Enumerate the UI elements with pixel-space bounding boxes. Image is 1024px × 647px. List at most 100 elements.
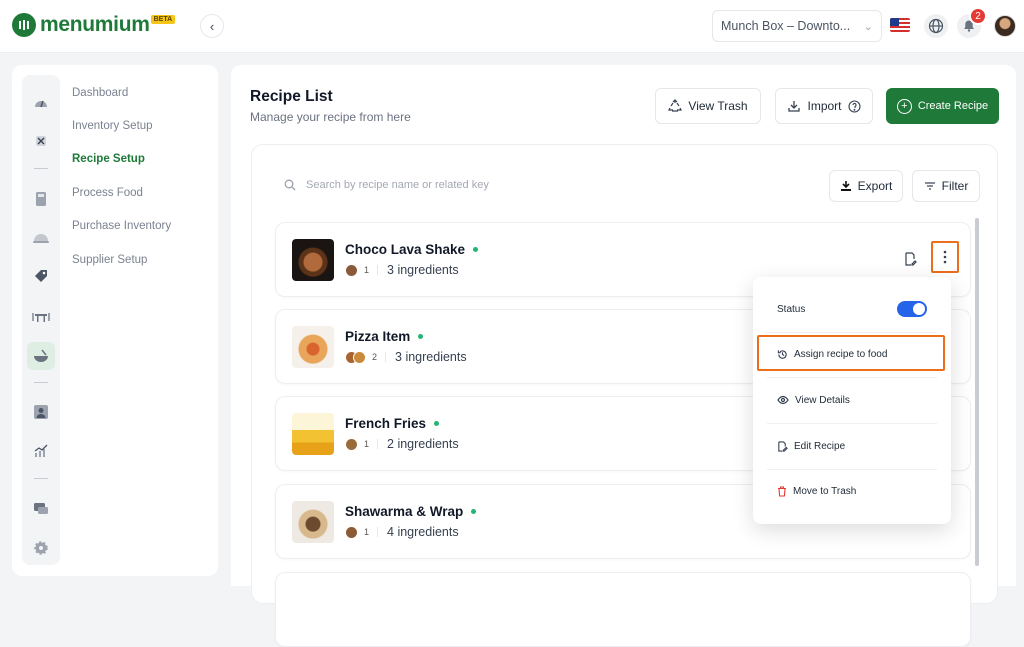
status-dot [434,421,440,426]
recipe-actions-menu: Status Assign recipe to food View Detail… [753,277,951,524]
recipe-name-row: Choco Lava Shake [345,242,479,257]
recipe-meta: 1 2 ingredients [345,437,459,451]
doc-edit-icon [905,252,917,266]
view-details-label: View Details [795,394,850,406]
sidebar-item-supplier-setup[interactable]: Supplier Setup [72,254,147,266]
user-profile-icon[interactable] [27,398,55,426]
collapse-sidebar-button[interactable]: ‹ [200,14,224,38]
recipe-name: Choco Lava Shake [345,242,466,257]
assignee-count: 1 [364,527,379,537]
recipe-image [292,413,334,455]
branch-select-value: Munch Box – Downto... [721,19,851,33]
rail-divider [34,478,48,479]
kebab-icon [943,250,947,264]
recipe-name-row: Shawarma & Wrap [345,504,477,519]
create-recipe-label: Create Recipe [917,100,989,112]
more-options-button[interactable] [931,241,959,273]
ingredient-count: 4 ingredients [387,525,459,539]
export-label: Export [857,179,893,193]
import-button[interactable]: Import [775,88,873,124]
filter-label: Filter [941,179,969,193]
chevron-left-icon: ‹ [209,18,215,34]
recipe-bowl-icon[interactable] [27,342,55,370]
plus-icon: + [896,98,912,114]
status-toggle[interactable] [897,301,927,317]
sidebar-item-purchase-inventory[interactable]: Purchase Inventory [72,220,171,232]
filter-icon [924,182,935,190]
ingredient-count: 2 ingredients [387,437,459,451]
rail-divider [34,382,48,383]
recipe-name-row: French Fries [345,416,440,431]
status-dot [473,247,479,252]
view-details-menu-item[interactable]: View Details [753,378,951,422]
search-icon [284,179,296,191]
download-icon [788,101,801,112]
dining-table-icon[interactable] [27,302,55,330]
recipe-card[interactable] [275,572,971,647]
export-download-icon [840,181,851,191]
us-flag-icon[interactable] [890,18,910,32]
assign-recipe-highlight [757,335,945,371]
utensils-icon[interactable] [27,127,55,155]
edit-recipe-label: Edit Recipe [794,440,846,452]
sidebar-item-inventory-setup[interactable]: Inventory Setup [72,120,153,132]
status-label: Status [777,303,806,315]
logo[interactable]: menumium BETA [12,13,176,37]
sidebar-item-recipe-setup[interactable]: Recipe Setup [72,153,145,165]
trash-icon [778,485,786,497]
assignee-avatar [345,263,358,277]
branch-select[interactable]: Munch Box – Downto... ⌄ [712,10,882,42]
scrollbar-thumb[interactable] [975,218,979,566]
assignee-avatar [345,437,358,451]
move-to-trash-menu-item[interactable]: Move to Trash [753,469,951,513]
assignee-count: 1 [364,439,379,449]
import-label: Import [807,99,842,113]
tag-icon[interactable] [27,262,55,290]
export-button[interactable]: Export [829,170,903,202]
recycle-icon [668,99,683,112]
calculator-icon[interactable] [27,185,55,213]
chevron-down-icon: ⌄ [863,20,873,33]
recipe-meta: 1 4 ingredients [345,525,459,539]
status-dot [471,509,477,514]
notification-badge: 2 [969,7,987,25]
search-placeholder: Search by recipe name or related key [306,179,489,191]
chat-icon[interactable] [27,495,55,523]
ingredient-count: 3 ingredients [395,350,467,364]
assignee-avatar [345,525,358,539]
assignee-count: 2 [372,352,387,362]
edit-recipe-menu-item[interactable]: Edit Recipe [753,424,951,468]
status-dot [418,334,424,339]
move-to-trash-label: Move to Trash [793,485,857,497]
sidebar-item-dashboard[interactable]: Dashboard [72,87,128,99]
help-icon[interactable] [847,99,861,113]
language-button[interactable] [924,14,948,38]
ingredient-count: 3 ingredients [387,263,459,277]
rail-divider [34,168,48,169]
view-trash-button[interactable]: View Trash [655,88,761,124]
gear-icon[interactable] [27,534,55,562]
create-recipe-button[interactable]: + Create Recipe [886,88,999,124]
assignee-count: 1 [364,265,379,275]
recipe-meta: 2 3 ingredients [345,350,467,364]
top-bar: menumium BETA ‹ Munch Box – Downto... ⌄ … [0,0,1024,53]
cloche-icon[interactable] [27,223,55,251]
logo-icon [12,13,36,37]
dashboard-icon[interactable] [27,89,55,117]
globe-icon [928,18,944,34]
user-avatar[interactable] [994,15,1016,37]
view-trash-label: View Trash [688,99,748,113]
assign-icon-button[interactable] [900,249,920,269]
recipe-image [292,326,334,368]
logo-text: menumium [40,13,150,36]
beta-badge: BETA [150,15,176,24]
recipe-name-row: Pizza Item [345,329,424,344]
sidebar-rail [22,75,60,565]
search-input[interactable]: Search by recipe name or related key [284,173,604,197]
recipe-name: French Fries [345,416,427,431]
recipe-image [292,239,334,281]
filter-button[interactable]: Filter [912,170,980,202]
recipe-image [292,501,334,543]
chart-icon[interactable] [27,437,55,465]
sidebar-item-process-food[interactable]: Process Food [72,187,143,199]
